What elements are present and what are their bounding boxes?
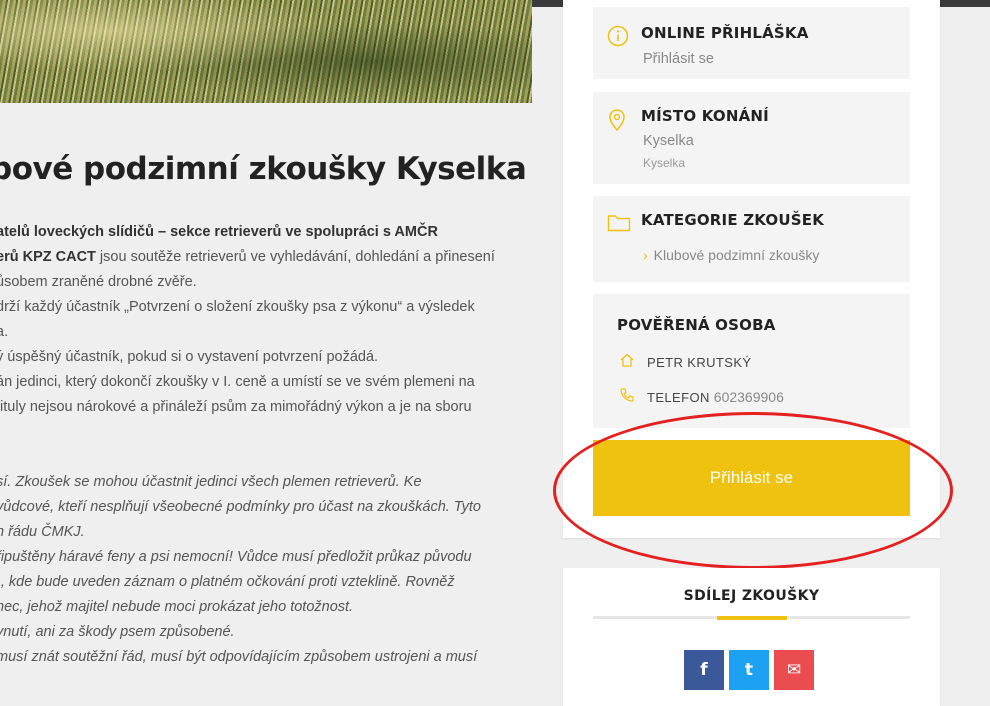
- share-divider-accent: [717, 616, 787, 620]
- phone-number[interactable]: 602369906: [714, 389, 784, 405]
- info-icon: [607, 25, 629, 47]
- online-registration-card: ONLINE PŘIHLÁŠKA Přihlásit se: [593, 7, 910, 79]
- facebook-share-button[interactable]: f: [684, 650, 724, 690]
- article-line-bold: atelů loveckých slídičů – sekce retrieve…: [0, 224, 438, 240]
- page-title: bové podzimní zkoušky Kyselka: [0, 151, 527, 187]
- article-line-text: tituly nejsou nárokové a přináleží psům …: [0, 399, 472, 415]
- venue-card: MÍSTO KONÁNÍ Kyselka Kyselka: [593, 92, 910, 184]
- folder-icon: [607, 215, 631, 232]
- email-share-button[interactable]: ✉: [774, 650, 814, 690]
- article-italic-line: nec, jehož majitel nebude moci prokázat …: [0, 599, 354, 615]
- venue-name: Kyselka: [643, 133, 694, 149]
- home-icon: [620, 353, 634, 367]
- article-line-text: ý úspěšný účastník, pokud si o vystavení…: [0, 349, 379, 365]
- article-line: ůsobem zraněné drobné zvěře.: [0, 270, 197, 295]
- article-line: tituly nejsou nárokové a přináleží psům …: [0, 395, 472, 420]
- article-line: a.: [0, 320, 8, 345]
- twitter-share-button[interactable]: t: [729, 650, 769, 690]
- venue-heading: MÍSTO KONÁNÍ: [641, 107, 769, 125]
- chevron-right-icon: ›: [643, 247, 648, 263]
- facebook-icon: f: [700, 660, 708, 680]
- online-registration-heading: ONLINE PŘIHLÁŠKA: [641, 24, 809, 42]
- category-item[interactable]: › Klubové podzimní zkoušky: [643, 247, 819, 263]
- phone-icon: [620, 388, 634, 402]
- highlight-ring: [553, 412, 953, 569]
- article-italic-line: ynutí, ani za škody psem způsobené.: [0, 624, 235, 640]
- article-italic-line: řipuštěny háravé feny a psi nemocní! Vůd…: [0, 549, 472, 565]
- article-line: ý úspěšný účastník, pokud si o vystavení…: [0, 345, 378, 370]
- venue-address: Kyselka: [643, 156, 686, 170]
- article-line-bold: erů KPZ CACT: [0, 249, 96, 265]
- article-italic-line: musí znát soutěžní řád, musí být odpovíd…: [0, 649, 478, 665]
- contact-name: PETR KRUTSKÝ: [647, 355, 752, 370]
- email-icon: ✉: [786, 660, 802, 680]
- article-line-text: drží každý účastník „Potvrzení o složení…: [0, 299, 475, 315]
- location-pin-icon: [609, 109, 625, 132]
- article-line-text: án jedinci, který dokončí zkoušky v I. c…: [0, 374, 475, 390]
- article-line: drží každý účastník „Potvrzení o složení…: [0, 295, 475, 320]
- contact-heading: POVĚŘENÁ OSOBA: [617, 316, 776, 334]
- article-line-text: ůsobem zraněné drobné zvěře.: [0, 274, 197, 290]
- article-line-text: a.: [0, 324, 9, 340]
- twitter-icon: t: [744, 660, 754, 680]
- category-heading: KATEGORIE ZKOUŠEK: [641, 211, 825, 229]
- article-line: erů KPZ CACT jsou soutěže retrieverů ve …: [0, 245, 495, 270]
- article-italic-line: sí. Zkoušek se mohou účastnit jedinci vš…: [0, 474, 422, 490]
- category-link[interactable]: Klubové podzimní zkoušky: [654, 247, 820, 263]
- online-registration-link[interactable]: Přihlásit se: [643, 51, 714, 67]
- article-line-text: jsou soutěže retrieverů ve vyhledávání, …: [95, 249, 495, 265]
- article-italic-line: n řádu ČMKJ.: [0, 524, 85, 540]
- article-line: án jedinci, který dokončí zkoušky v I. c…: [0, 370, 475, 395]
- article-italic-line: ), kde bude uveden záznam o platném očko…: [0, 574, 455, 590]
- category-card: KATEGORIE ZKOUŠEK › Klubové podzimní zkou…: [593, 196, 910, 282]
- phone-label: TELEFON: [647, 390, 710, 405]
- share-box: SDÍLEJ ZKOUŠKY f t ✉: [563, 568, 940, 706]
- article-italic-line: vůdcové, kteří nesplňují všeobecné podmí…: [0, 499, 481, 515]
- share-title: SDÍLEJ ZKOUŠKY: [683, 588, 820, 604]
- contact-phone-row: TELEFON 602369906: [647, 389, 784, 405]
- contact-card: POVĚŘENÁ OSOBA PETR KRUTSKÝ TELEFON 6023…: [593, 294, 910, 428]
- article-line: atelů loveckých slídičů – sekce retrieve…: [0, 220, 438, 245]
- hero-image: [0, 0, 532, 103]
